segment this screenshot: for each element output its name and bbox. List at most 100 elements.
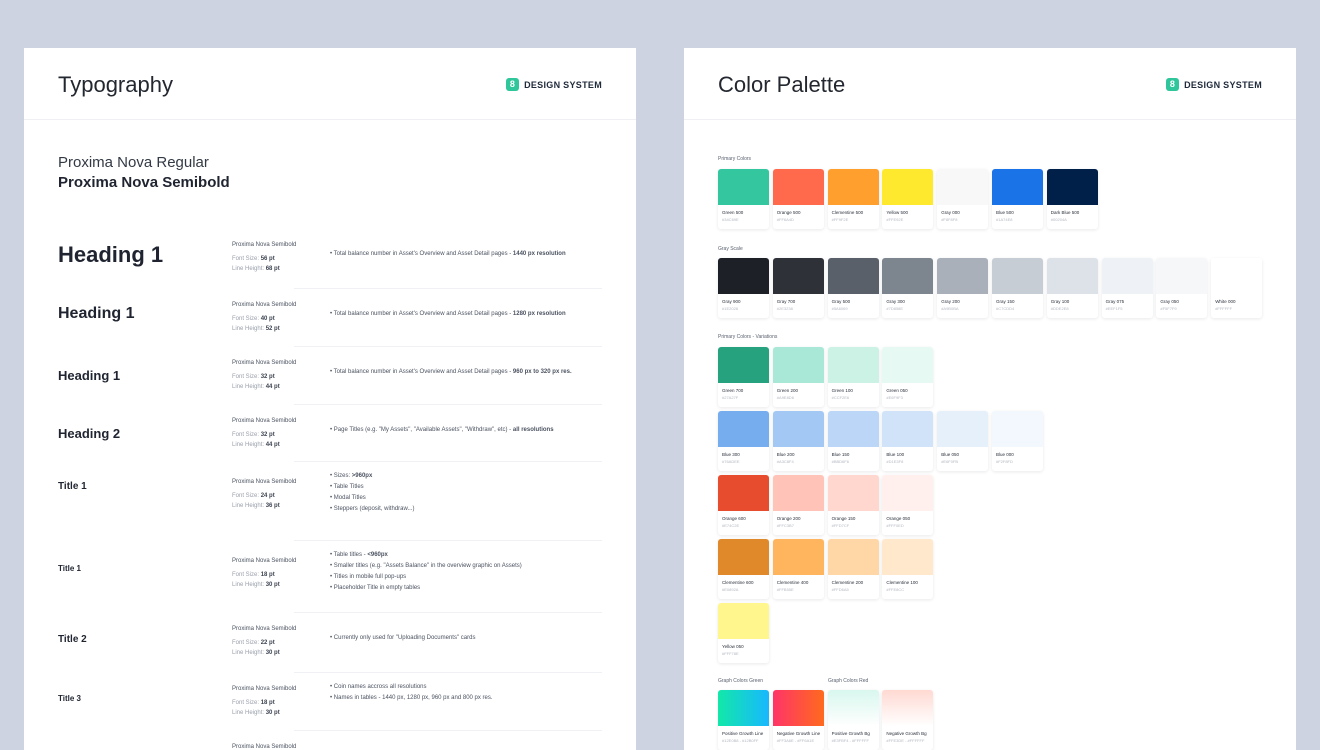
color-swatch[interactable]: Orange 600 #E74C2E [718,475,769,535]
color-swatch[interactable]: Clementine 200 #FFD6A5 [827,539,879,599]
swatch-color-fill [1046,258,1098,294]
color-swatch[interactable]: Orange 500 #FF6A4D [772,169,824,229]
swatch-name: Gray 300 [886,299,905,304]
swatch-hex: #E3FBF4 - #FFFFFF [831,738,869,743]
swatch-color-fill [772,169,824,205]
color-swatch[interactable]: Green 500 #34C69E [718,169,769,229]
row-divider [294,288,602,289]
color-swatch[interactable]: White 000 #FFFFFF [1211,258,1263,318]
swatch-hex: #E6F9F3 [886,395,903,400]
swatch-color-fill [1156,258,1208,294]
swatch-color-fill [992,411,1043,447]
color-swatch[interactable]: Green 700 #27A27F [718,347,769,407]
color-swatch[interactable]: Clementine 400 #FFB55E [772,539,824,599]
swatch-color-fill [1101,258,1153,294]
swatch-name: Yellow 500 [886,210,908,215]
swatch-hex: #34C69E [722,217,739,222]
color-swatch[interactable]: Gray 050 #F5F7F9 [1156,258,1208,318]
color-swatch[interactable]: Blue 300 #76ADEE [718,411,769,471]
color-swatch[interactable]: Green 100 #CCF2E6 [827,347,879,407]
type-spec: Proxima Nova Semibold Font Size: 18 pt Lin… [232,556,296,591]
swatch-name: Gray 000 [941,210,960,215]
swatch-color-fill [882,539,934,575]
color-swatch[interactable]: Gray 100 #DDE2E8 [1046,258,1098,318]
color-swatch[interactable]: Blue 050 #E6F0FB [937,411,989,471]
section-label: Graph Colors Green [718,678,764,684]
swatch-name: Blue 300 [722,452,740,457]
brand-badge: 8 DESIGN SYSTEM [1166,78,1262,91]
color-swatch[interactable]: Gray 700 #2E3238 [772,258,824,318]
color-swatch[interactable]: Yellow 050 #FFF78E [718,603,769,663]
swatch-name: Dark Blue 500 [1050,210,1080,215]
color-swatch[interactable]: Orange 150 #FFD7CF [827,475,879,535]
swatch-hex: #27A27F [722,395,739,400]
usage-note: Sizes: >960px [330,473,415,479]
type-font-size: Font Size: 40 pt [232,315,275,322]
swatch-color-fill [718,258,769,294]
gradient-swatch[interactable]: Negative Growth Bg #FFE3DE - #FFFFFF [882,690,934,750]
color-palette-panel: Color Palette 8 DESIGN SYSTEM Primary Co… [684,48,1296,750]
row-divider [294,540,602,541]
color-swatch[interactable]: Dark Blue 500 #00204A [1046,169,1098,229]
type-sample-text: Title 1 [58,481,87,492]
color-swatch[interactable]: Blue 000 #F2F8FD [992,411,1043,471]
color-swatch[interactable]: Gray 150 #C7CDD4 [992,258,1043,318]
swatch-hex: #A9B0BA [941,306,959,311]
color-swatch[interactable]: Clementine 500 #FF9F2E [827,169,879,229]
usage-note: Placeholder Title in empty tables [330,585,522,591]
type-spec: Proxima Nova Semibold Font Size: 56 pt Lin… [232,240,296,275]
type-font-size: Font Size: 22 pt [232,639,275,646]
type-usage-notes: Page Titles (e.g. "My Assets", "Availabl… [330,427,554,438]
swatch-hex: #D1E3F8 [886,459,904,464]
color-swatch[interactable]: Blue 100 #D1E3F8 [882,411,934,471]
gradient-swatch[interactable]: Positive Growth Bg #E3FBF4 - #FFFFFF [827,690,879,750]
usage-note: Steppers (deposit, withdraw...) [330,506,415,512]
swatch-name: Clementine 100 [886,580,918,585]
swatch-color-fill [827,411,879,447]
color-palette-title: Color Palette [718,72,846,97]
swatch-hex: #FFF0ED [886,523,904,528]
color-swatch[interactable]: Gray 900 #1E2028 [718,258,769,318]
color-swatch[interactable]: Gray 000 #F8F8F8 [937,169,989,229]
swatch-color-fill [718,539,769,575]
typography-header: Typography 8 DESIGN SYSTEM [24,48,636,120]
type-line-height: Line Height: 44 pt [232,442,280,448]
color-swatch[interactable]: Clementine 100 #FFE8CC [882,539,934,599]
color-swatch[interactable]: Blue 200 #A3C8F4 [772,411,824,471]
type-sample-text: Title 2 [58,634,87,645]
swatch-name: Orange 500 [776,210,801,215]
usage-note: Modal Titles [330,495,415,501]
color-swatch[interactable]: Yellow 500 #FFE92E [882,169,934,229]
color-swatch[interactable]: Blue 500 #1A74E8 [992,169,1043,229]
type-usage-notes: Table titles - <960px Smaller titles (e.g… [330,552,522,596]
brand-label: DESIGN SYSTEM [524,79,602,90]
swatch-color-fill [882,347,934,383]
swatch-hex: #FFFFFF [1215,306,1233,311]
swatch-name: Orange 200 [776,516,801,521]
color-swatch[interactable]: Gray 200 #A9B0BA [937,258,989,318]
type-line-height: Line Height: 30 pt [232,650,280,656]
type-font-name: Proxima Nova Semibold [232,360,297,366]
type-usage-notes: Total balance number in Asset's Overview… [330,311,566,322]
color-swatch[interactable]: Orange 200 #FFC3B7 [772,475,824,535]
font-regular-name: Proxima Nova Regular [58,154,209,171]
color-swatch[interactable]: Orange 050 #FFF0ED [882,475,934,535]
gradient-swatch[interactable]: Negative Growth Line #FF3A6E - #FF6A1E [772,690,824,750]
color-swatch[interactable]: Green 050 #E6F9F3 [882,347,934,407]
gradient-swatch[interactable]: Positive Growth Line #12E0B8 - #12B0FF [718,690,769,750]
swatch-name: Gray 150 [996,299,1015,304]
usage-note: Coin names accross all resolutions [330,684,493,690]
swatch-hex: #FFE8CC [886,587,905,592]
swatch-color-fill [718,475,769,511]
color-swatch[interactable]: Gray 075 #EEF1F5 [1101,258,1153,318]
swatch-color-fill [937,169,989,205]
color-swatch[interactable]: Clementine 600 #E0892A [718,539,769,599]
swatch-hex: #F5F7F9 [1160,306,1177,311]
swatch-name: Green 700 [722,388,744,393]
type-sample-text: Heading 2 [58,426,121,441]
color-swatch[interactable]: Gray 500 #5A6069 [827,258,879,318]
color-swatch[interactable]: Green 200 #A9E8D6 [772,347,824,407]
swatch-name: Blue 200 [776,452,795,457]
color-swatch[interactable]: Gray 300 #7D858E [882,258,934,318]
color-swatch[interactable]: Blue 150 #BBD6F6 [827,411,879,471]
